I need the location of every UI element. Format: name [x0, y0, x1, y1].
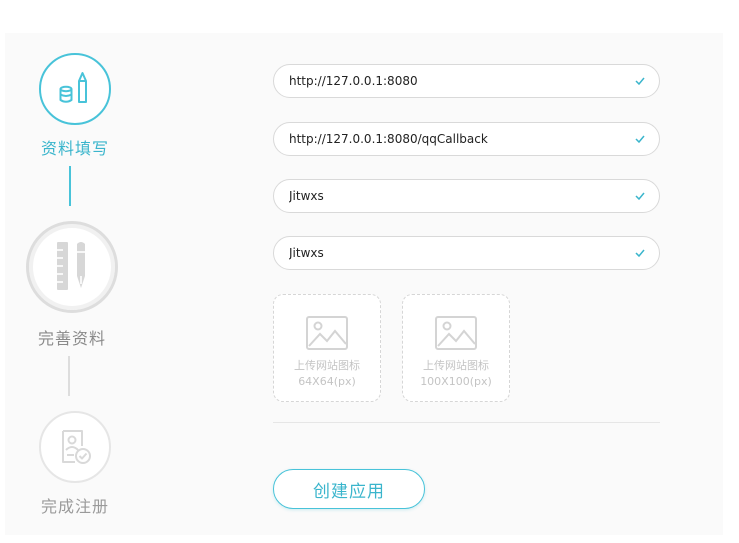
- check-icon: [635, 135, 645, 143]
- ruler-pen-icon: [57, 242, 85, 290]
- step-circle-active: [39, 53, 111, 125]
- image-icon: [435, 316, 477, 350]
- website-url-input[interactable]: [289, 74, 635, 88]
- certificate-check-icon: [62, 430, 91, 464]
- check-icon: [635, 249, 645, 257]
- website-name-input[interactable]: [289, 246, 635, 260]
- pencil-database-icon: [59, 72, 87, 103]
- callback-url-input[interactable]: [289, 132, 635, 146]
- upload-size: 100X100(px): [420, 375, 492, 388]
- upload-size: 64X64(px): [298, 375, 356, 388]
- form-divider: [273, 422, 660, 423]
- step-label: 完善资料: [37, 329, 106, 348]
- step-complete-info: 完善资料: [22, 221, 122, 349]
- check-icon: [635, 77, 645, 85]
- upload-icon-large[interactable]: 上传网站图标 100X100(px): [402, 294, 510, 402]
- step-label: 资料填写: [40, 139, 109, 158]
- step-connector-inactive: [68, 356, 70, 396]
- website-name-field[interactable]: [273, 236, 660, 270]
- step-finish-register: 完成注册: [35, 411, 115, 517]
- app-name-field[interactable]: [273, 179, 660, 213]
- app-name-input[interactable]: [289, 189, 635, 203]
- step-circle-inactive: [39, 411, 111, 483]
- create-app-button[interactable]: 创建应用: [273, 469, 425, 509]
- step-connector-active: [69, 166, 71, 206]
- step-fill-info: 资料填写: [35, 53, 115, 159]
- register-app-panel: 资料填写 完善资料 完成注册 http://127.0.0.1:8080 htt…: [5, 33, 723, 535]
- check-icon: [635, 192, 645, 200]
- callback-url-field[interactable]: [273, 122, 660, 156]
- upload-title: 上传网站图标: [423, 359, 489, 372]
- upload-title: 上传网站图标: [294, 359, 360, 372]
- step-label: 完成注册: [40, 497, 109, 516]
- upload-icon-small[interactable]: 上传网站图标 64X64(px): [273, 294, 381, 402]
- website-url-field[interactable]: [273, 64, 660, 98]
- step-circle-inactive: [26, 221, 118, 313]
- image-icon: [306, 316, 348, 350]
